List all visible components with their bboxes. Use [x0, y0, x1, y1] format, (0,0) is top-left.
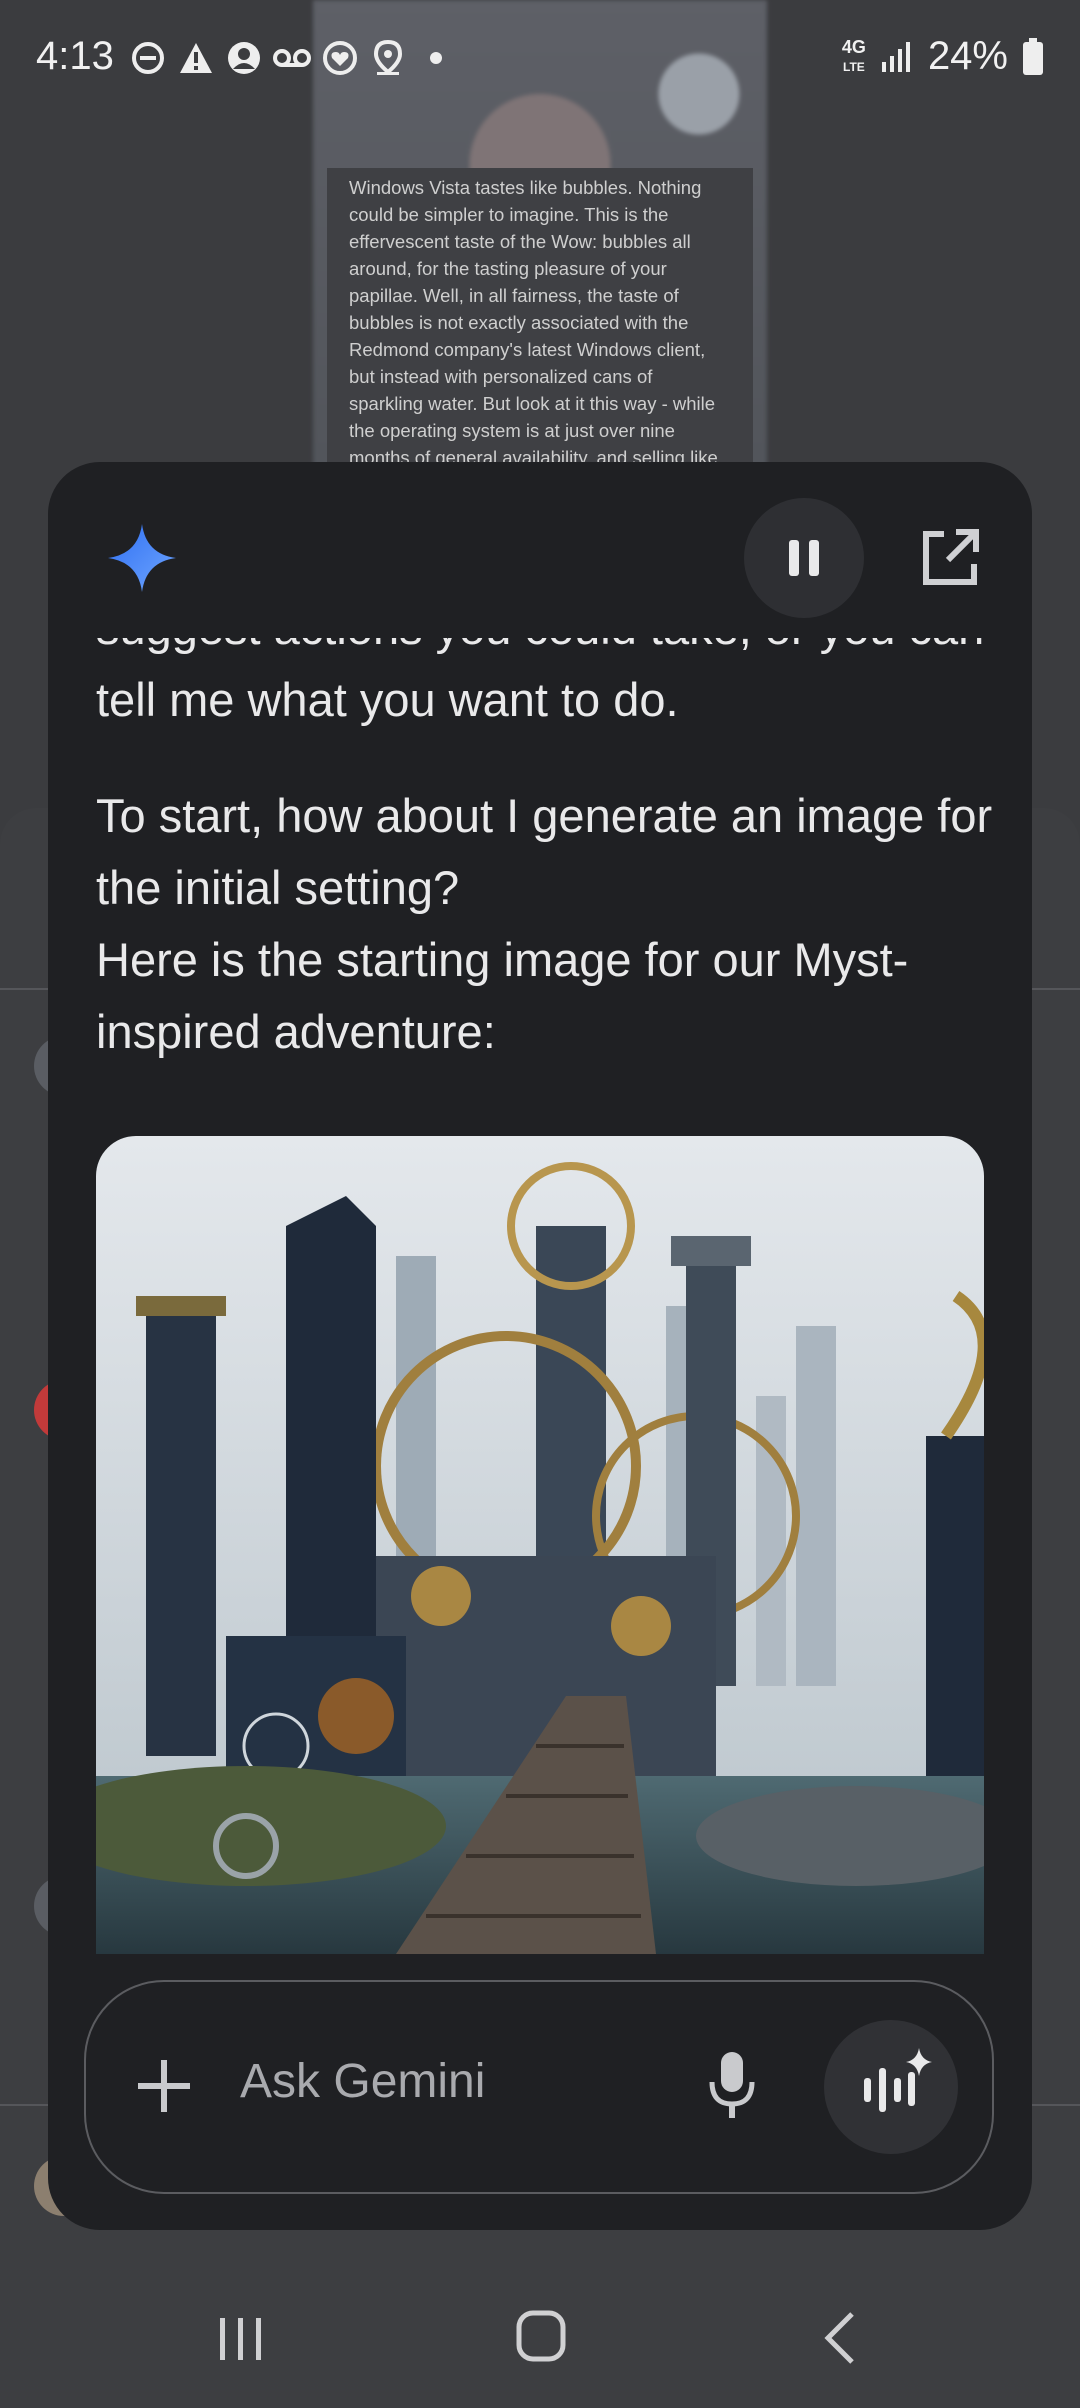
account-icon	[224, 38, 264, 78]
voicemail-icon	[272, 38, 312, 78]
gemini-logo-icon	[108, 524, 176, 592]
battery-percent: 24%	[927, 34, 1008, 78]
network-icon: 4G LTE	[841, 36, 866, 74]
do-not-disturb-icon	[128, 38, 168, 78]
heart-shield-icon	[320, 38, 360, 78]
background-article-text: Windows Vista tastes like bubbles. Nothi…	[327, 168, 753, 468]
location-icon	[368, 38, 408, 78]
microphone-icon[interactable]	[706, 2050, 758, 2122]
gemini-response: suggest actions you could take, or you c…	[96, 638, 996, 1068]
home-icon[interactable]	[516, 2310, 566, 2362]
gemini-live-button[interactable]	[824, 2020, 958, 2154]
status-icons	[128, 38, 456, 78]
battery-icon	[1023, 37, 1043, 75]
response-clipped-line: suggest actions you could take, or you c…	[96, 638, 996, 664]
response-paragraph: tell me what you want to do.	[96, 673, 679, 726]
generated-image[interactable]	[96, 1136, 984, 1954]
live-sparkle-icon	[864, 2048, 932, 2112]
alert-icon	[176, 38, 216, 78]
ask-gemini-bar[interactable]: Ask Gemini	[84, 1980, 994, 2194]
response-paragraph: To start, how about I generate an image …	[96, 789, 993, 914]
status-right: 4G LTE 24%	[842, 34, 1044, 79]
signal-icon	[881, 41, 910, 72]
recent-apps-icon[interactable]	[216, 2316, 266, 2362]
status-bar: 4:13 4G LTE 24%	[0, 0, 1080, 120]
navigation-bar	[0, 2270, 1080, 2400]
pause-button[interactable]	[744, 498, 864, 618]
dot-icon	[416, 38, 456, 78]
response-paragraph: Here is the starting image for our Myst-…	[96, 933, 909, 1058]
gemini-overlay: suggest actions you could take, or you c…	[48, 462, 1032, 2230]
add-icon[interactable]	[136, 2058, 192, 2114]
ask-gemini-input[interactable]: Ask Gemini	[240, 2054, 485, 2109]
status-time: 4:13	[36, 34, 114, 78]
open-in-app-icon[interactable]	[916, 524, 984, 592]
back-icon[interactable]	[820, 2310, 860, 2366]
pause-icon	[789, 540, 799, 576]
